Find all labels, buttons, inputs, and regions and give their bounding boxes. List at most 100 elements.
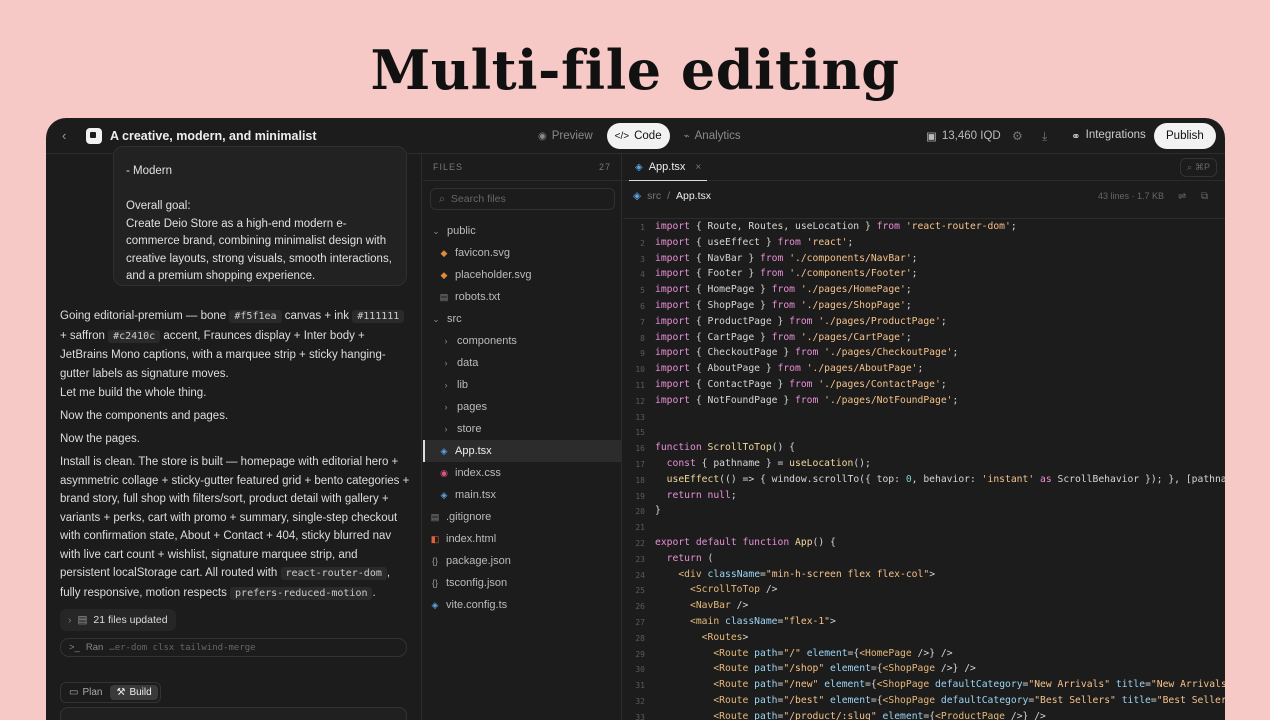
tsx-file-icon: ◈ bbox=[440, 445, 448, 456]
chevron-down-icon: ⌄ bbox=[432, 225, 440, 236]
file-tree-item[interactable]: › data bbox=[423, 352, 622, 374]
mode-plan[interactable]: ▭ Plan bbox=[63, 685, 108, 700]
mode-build-label: Build bbox=[129, 687, 152, 698]
file-search-input[interactable]: ⌕ Search files bbox=[430, 188, 615, 210]
line-number: 13 bbox=[635, 412, 645, 422]
line-code: <Route path="/shop" element={<ShopPage /… bbox=[713, 663, 976, 675]
files-count: 27 bbox=[598, 162, 611, 172]
file-tree-label: placeholder.svg bbox=[455, 269, 532, 281]
editor-tab-app[interactable]: ◈ App.tsx × bbox=[629, 154, 708, 181]
file-tree-item[interactable]: ◉ index.css bbox=[423, 462, 622, 484]
crumb-dir[interactable]: src bbox=[647, 190, 661, 202]
code-line: 22 export default function App() { bbox=[623, 537, 1225, 553]
chevron-right-icon: › bbox=[444, 380, 448, 390]
line-code: import { ProductPage } from './pages/Pro… bbox=[655, 315, 947, 327]
breadcrumb: ◈ src / App.tsx 43 lines · 1.7 KB ⇌ ⧉ bbox=[633, 190, 1223, 202]
chevron-right-icon: › bbox=[68, 614, 72, 626]
file-tree-item[interactable]: {} package.json bbox=[423, 550, 622, 572]
code-line: 19 return null; bbox=[623, 490, 1225, 506]
credit-balance[interactable]: ▣ 13,460 IQD bbox=[926, 129, 1001, 143]
files-updated-label: 21 files updated bbox=[93, 614, 168, 626]
line-number: 8 bbox=[640, 333, 645, 343]
file-tree-label: .gitignore bbox=[446, 511, 492, 523]
code-area[interactable]: 1 import { Route, Routes, useLocation } f… bbox=[623, 218, 1225, 720]
line-number: 17 bbox=[635, 460, 645, 469]
chevron-right-icon: › bbox=[444, 336, 448, 346]
integrations-button[interactable]: ⚭ Integrations bbox=[1071, 129, 1146, 143]
line-number: 21 bbox=[635, 523, 645, 533]
line-number: 24 bbox=[635, 570, 645, 580]
publish-button[interactable]: Publish bbox=[1154, 123, 1216, 149]
file-tree-item[interactable]: ◆ placeholder.svg bbox=[423, 264, 622, 286]
file-tree-item[interactable]: ◆ favicon.svg bbox=[423, 242, 622, 264]
code-line: 1 import { Route, Routes, useLocation } f… bbox=[623, 221, 1225, 237]
plug-icon: ⚭ bbox=[1071, 131, 1081, 143]
file-tree-item[interactable]: › pages bbox=[423, 396, 622, 418]
line-number: 27 bbox=[635, 618, 645, 627]
msg-text: Going editorial-premium — bone bbox=[60, 310, 230, 322]
file-tree-label: package.json bbox=[446, 555, 511, 567]
line-number: 29 bbox=[635, 649, 645, 659]
line-code: import { CheckoutPage } from './pages/Ch… bbox=[655, 347, 959, 359]
line-number: 6 bbox=[640, 302, 645, 311]
file-tree-item[interactable]: ◈ vite.config.ts bbox=[423, 594, 622, 616]
mode-build[interactable]: ⚒ Build bbox=[110, 685, 158, 700]
gear-icon[interactable]: ⚙ bbox=[1012, 129, 1023, 143]
json-file-icon: {} bbox=[431, 556, 438, 566]
line-number: 20 bbox=[635, 507, 645, 517]
code-line: 32 <Route path="/best" element={<ShopPag… bbox=[623, 695, 1225, 711]
line-code: <div className="min-h-screen flex flex-c… bbox=[678, 568, 936, 580]
file-tree-item[interactable]: {} tsconfig.json bbox=[423, 572, 622, 594]
files-updated-pill[interactable]: › ▤ 21 files updated bbox=[60, 609, 176, 631]
file-icon: ▤ bbox=[77, 614, 88, 626]
line-code: import { AboutPage } from './pages/About… bbox=[655, 363, 924, 375]
close-icon[interactable]: × bbox=[695, 162, 701, 173]
quick-open-shortcut[interactable]: ⌕ ⌘P bbox=[1179, 158, 1217, 177]
file-tree-item[interactable]: ◈ App.tsx bbox=[423, 440, 622, 462]
download-icon[interactable]: ⤓ bbox=[1042, 129, 1047, 144]
line-code: } bbox=[655, 505, 661, 517]
file-tree-item[interactable]: ▤ .gitignore bbox=[423, 506, 622, 528]
mode-toggle: ▭ Plan ⚒ Build bbox=[60, 682, 161, 703]
app-logo-icon bbox=[86, 128, 102, 144]
file-tree-item[interactable]: ⌄ public bbox=[423, 220, 622, 242]
chat-input[interactable] bbox=[60, 707, 407, 720]
tab-preview[interactable]: ◉ Preview bbox=[530, 123, 601, 149]
tab-code[interactable]: </> Code bbox=[606, 123, 670, 149]
inline-code: prefers-reduced-motion bbox=[230, 586, 373, 600]
assistant-message: Now the components and pages. bbox=[60, 410, 229, 422]
back-chevron-icon[interactable]: ‹ bbox=[62, 128, 66, 143]
file-tree-label: tsconfig.json bbox=[446, 577, 508, 589]
plan-icon: ▭ bbox=[69, 687, 79, 698]
svg-file-icon: ◆ bbox=[440, 247, 448, 258]
wrap-icon[interactable]: ⇌ bbox=[1178, 191, 1186, 202]
msg-text: + saffron bbox=[60, 329, 109, 342]
code-line: 27 <main className="flex-1"> bbox=[623, 616, 1225, 632]
inline-code: #111111 bbox=[352, 310, 405, 323]
line-number: 7 bbox=[640, 317, 645, 327]
code-icon: </> bbox=[614, 130, 630, 142]
ran-command-pill[interactable]: >_ Ran …er-dom clsx tailwind-merge bbox=[60, 638, 407, 657]
file-tree-item[interactable]: › store bbox=[423, 418, 622, 440]
shortcut-label: ⌘P bbox=[1194, 162, 1210, 172]
file-tree-item[interactable]: › lib bbox=[423, 374, 622, 396]
file-tree-label: App.tsx bbox=[455, 445, 492, 457]
txt-file-icon: ▤ bbox=[439, 291, 449, 302]
file-tree-label: pages bbox=[457, 401, 487, 413]
file-tree-item[interactable]: ◈ main.tsx bbox=[423, 484, 622, 506]
file-tree-item[interactable]: › components bbox=[423, 330, 622, 352]
code-line: 30 <Route path="/shop" element={<ShopPag… bbox=[623, 663, 1225, 679]
eye-icon: ◉ bbox=[538, 130, 547, 142]
tsx-file-icon: ◈ bbox=[633, 190, 642, 202]
code-line: 8 import { CartPage } from './pages/CartP… bbox=[623, 332, 1225, 348]
file-tree-label: store bbox=[457, 423, 482, 435]
code-line: 23 return ( bbox=[623, 553, 1225, 569]
line-number: 3 bbox=[640, 254, 645, 264]
file-tree-item[interactable]: ◧ index.html bbox=[423, 528, 622, 550]
file-explorer: FILES 27 ⌕ Search files ⌄ public ◆ favicon.… bbox=[423, 154, 622, 720]
file-tree-item[interactable]: ⌄ src bbox=[423, 308, 622, 330]
code-line: 24 <div className="min-h-screen flex fle… bbox=[623, 569, 1225, 585]
copy-icon[interactable]: ⧉ bbox=[1201, 191, 1208, 202]
file-tree-item[interactable]: ▤ robots.txt bbox=[423, 286, 622, 308]
tab-analytics[interactable]: ⌁ Analytics bbox=[676, 123, 749, 149]
